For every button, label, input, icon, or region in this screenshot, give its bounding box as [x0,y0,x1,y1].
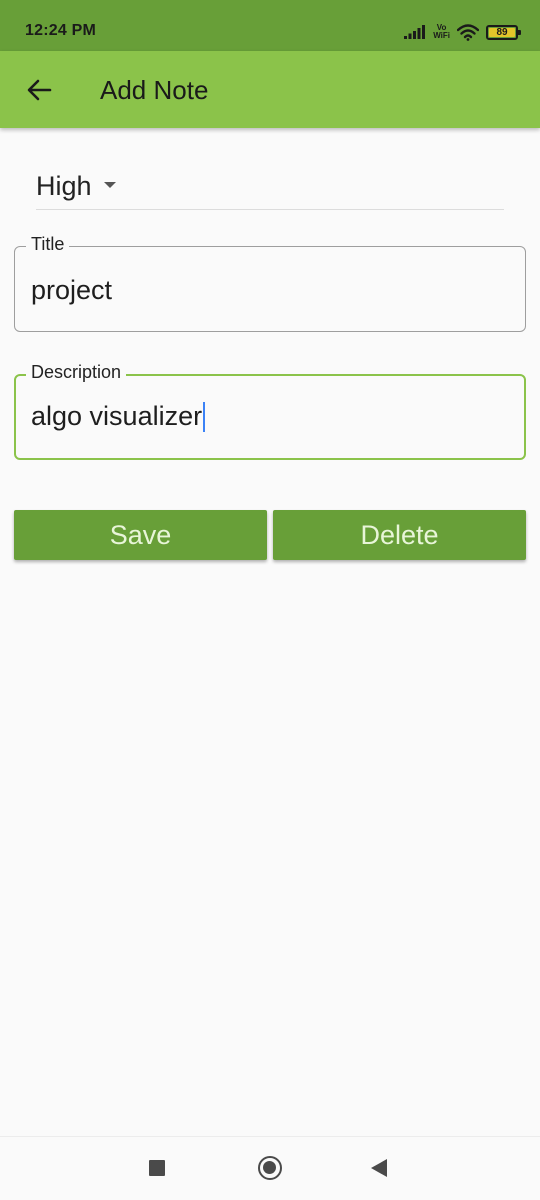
back-triangle-icon[interactable] [371,1159,387,1177]
recents-square-icon[interactable] [149,1160,165,1176]
home-circle-icon[interactable] [258,1156,282,1180]
app-bar: Add Note [0,51,540,128]
title-field-value: project [31,275,113,305]
status-bar: 12:24 PM Vo WiFi 89 [0,0,540,51]
title-field-label: Title [26,234,70,255]
description-field-value-wrap: algo visualizer [31,401,206,432]
dropdown-arrow-icon [104,182,116,188]
priority-dropdown[interactable]: High [36,168,504,210]
save-button[interactable]: Save [14,510,267,560]
description-field-label: Description [26,362,127,383]
priority-selected-value: High [36,171,92,201]
title-field-value-wrap: project [31,275,112,306]
battery-level: 89 [489,27,515,38]
description-field-value: algo visualizer [31,401,203,431]
battery-icon: 89 [486,24,521,40]
battery-tip [518,29,521,35]
wifi-icon [457,23,479,41]
arrow-back-icon [27,79,52,101]
delete-button[interactable]: Delete [273,510,526,560]
back-button[interactable] [22,73,56,107]
system-nav-bar [0,1136,540,1200]
home-inner-dot [263,1161,276,1174]
vowifi-bottom-text: WiFi [433,31,450,40]
text-cursor [203,401,206,432]
page-title: Add Note [100,75,209,105]
signal-icon [404,25,426,39]
vowifi-icon: Vo WiFi [433,24,450,40]
title-field[interactable]: Title project [14,234,526,332]
description-field[interactable]: Description algo visualizer [14,362,526,460]
status-icons: Vo WiFi 89 [404,21,521,43]
status-time: 12:24 PM [25,22,96,39]
